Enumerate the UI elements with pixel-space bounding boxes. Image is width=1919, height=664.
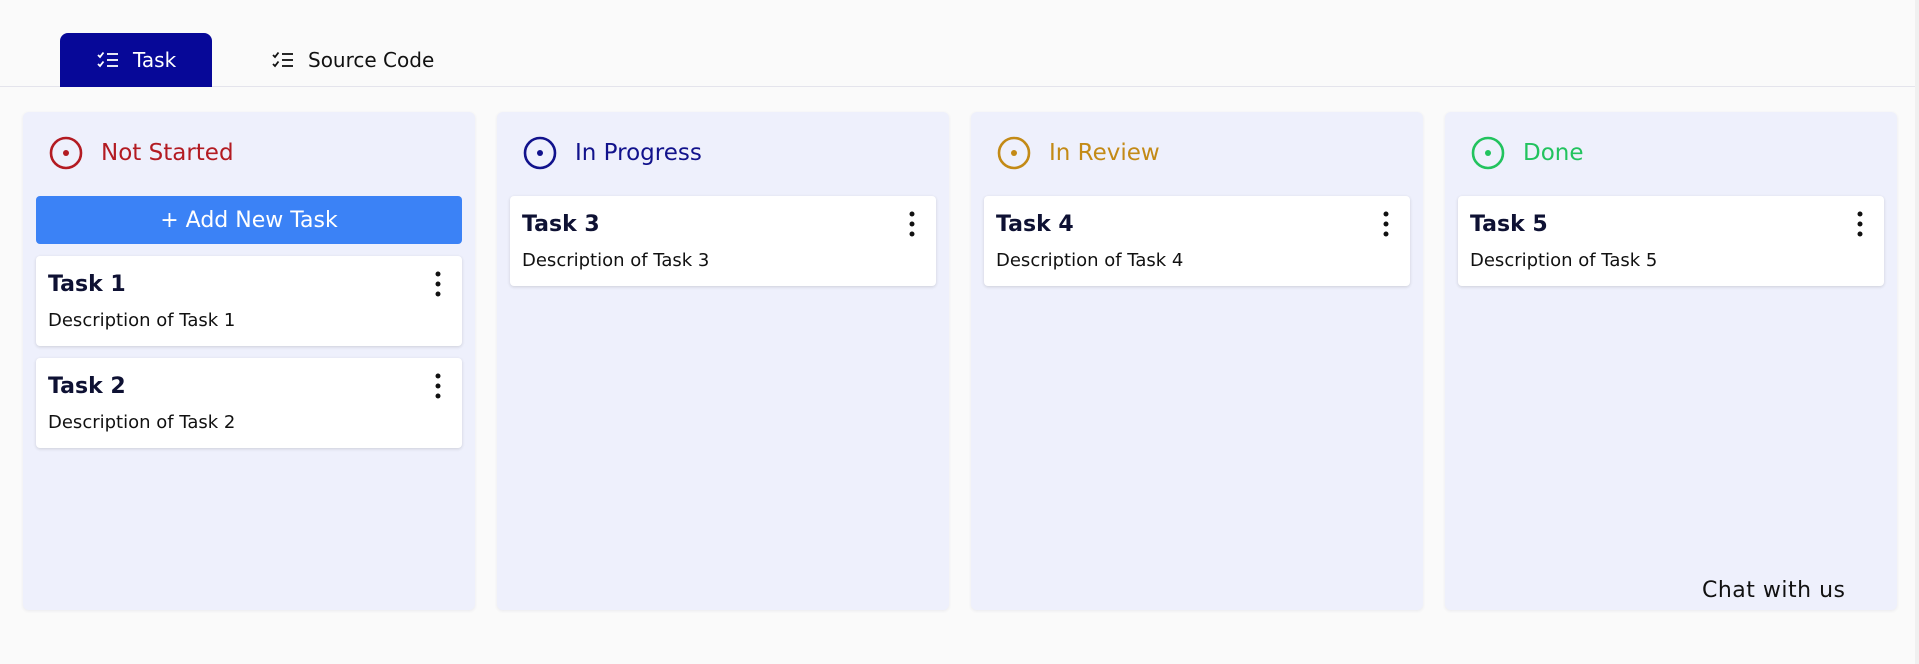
column-header: In Review — [997, 136, 1160, 170]
task-card[interactable]: Task 5 Description of Task 5 — [1458, 196, 1884, 286]
column-in-review: In Review Task 4 Description of Task 4 — [971, 112, 1423, 610]
add-new-task-button[interactable]: + Add New Task — [36, 196, 462, 244]
scrollbar[interactable] — [1915, 0, 1919, 664]
task-card[interactable]: Task 3 Description of Task 3 — [510, 196, 936, 286]
tab-source-code[interactable]: Source Code — [272, 33, 434, 87]
chat-with-us-button[interactable]: Chat with us — [1702, 578, 1845, 603]
more-options-icon[interactable] — [428, 370, 448, 404]
task-title: Task 2 — [48, 374, 126, 399]
column-not-started: Not Started + Add New Task Task 1 Descri… — [23, 112, 475, 610]
task-title: Task 4 — [996, 212, 1074, 237]
column-header: Done — [1471, 136, 1584, 170]
column-title: In Review — [1049, 140, 1160, 166]
column-header: Not Started — [49, 136, 234, 170]
tab-task[interactable]: Task — [60, 33, 212, 87]
task-description: Description of Task 4 — [996, 250, 1184, 271]
column-in-progress: In Progress Task 3 Description of Task 3 — [497, 112, 949, 610]
tab-bar: Task Source Code — [0, 0, 1919, 87]
task-title: Task 3 — [522, 212, 600, 237]
task-card[interactable]: Task 1 Description of Task 1 — [36, 256, 462, 346]
column-header: In Progress — [523, 136, 702, 170]
task-title: Task 5 — [1470, 212, 1548, 237]
status-circle-icon — [997, 136, 1031, 170]
more-options-icon[interactable] — [1376, 208, 1396, 242]
checklist-icon — [97, 51, 118, 68]
task-description: Description of Task 3 — [522, 250, 710, 271]
tab-source-code-label: Source Code — [308, 48, 435, 72]
task-card[interactable]: Task 2 Description of Task 2 — [36, 358, 462, 448]
more-options-icon[interactable] — [428, 268, 448, 302]
status-circle-icon — [49, 136, 83, 170]
more-options-icon[interactable] — [902, 208, 922, 242]
status-circle-icon — [523, 136, 557, 170]
more-options-icon[interactable] — [1850, 208, 1870, 242]
column-title: Done — [1523, 140, 1584, 166]
tab-task-label: Task — [133, 48, 177, 72]
task-description: Description of Task 1 — [48, 310, 236, 331]
task-card[interactable]: Task 4 Description of Task 4 — [984, 196, 1410, 286]
column-title: In Progress — [575, 140, 702, 166]
task-title: Task 1 — [48, 272, 126, 297]
task-description: Description of Task 5 — [1470, 250, 1658, 271]
task-description: Description of Task 2 — [48, 412, 236, 433]
status-circle-icon — [1471, 136, 1505, 170]
column-done: Done Task 5 Description of Task 5 — [1445, 112, 1897, 610]
checklist-icon — [272, 51, 293, 68]
column-title: Not Started — [101, 140, 234, 166]
